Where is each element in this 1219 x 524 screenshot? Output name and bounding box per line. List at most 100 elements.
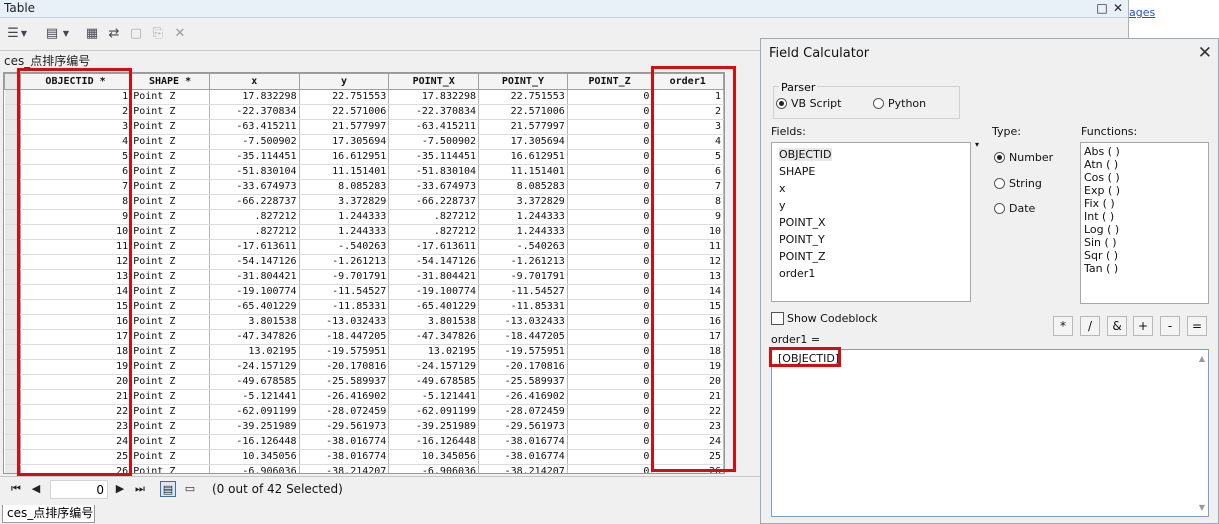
table-cell[interactable]: 13 [20,269,132,285]
table-row[interactable]: 21 Point Z -5.121441 -26.416902 -5.121441 -26… [4,389,724,405]
table-cell[interactable]: 2 [20,104,132,120]
table-cell[interactable]: Point Z [130,434,210,450]
table-cell[interactable]: 0 [567,404,653,420]
table-row[interactable]: 20 Point Z -49.678585 -25.589937 -49.678585-… [4,374,724,390]
row-selector[interactable] [4,374,21,390]
table-cell[interactable]: -7.500902 [209,134,300,150]
table-cell[interactable]: 0 [567,284,653,300]
function-item[interactable]: Log ( ) [1084,223,1119,236]
row-selector[interactable] [4,404,21,420]
table-row[interactable]: 7 Point Z -33.674973 8.085283 -33.674973 8.08… [4,179,724,195]
table-cell[interactable]: 0 [567,119,653,135]
function-item[interactable]: Atn ( ) [1084,158,1118,171]
table-cell[interactable]: Point Z [130,239,210,255]
table-cell[interactable]: -47.347826 [209,329,300,345]
table-cell[interactable]: 23 [20,419,132,435]
radio-python[interactable] [873,98,884,109]
previous-record-button[interactable]: ◀ [28,481,44,497]
table-cell[interactable]: 0 [567,209,653,225]
table-cell[interactable]: 20 [651,374,724,390]
switch-selection-icon[interactable]: ⇄ [106,25,122,43]
table-row[interactable]: 1 Point Z 17.832298 22.751553 17.832298 22.75… [4,89,724,105]
table-cell[interactable]: 12 [20,254,132,270]
multiply-button[interactable]: * [1053,316,1073,336]
table-row[interactable]: 8 Point Z -66.228737 3.372829 -66.228737 3.37… [4,194,724,210]
table-cell[interactable]: 16 [20,314,132,330]
row-selector[interactable] [4,389,21,405]
table-cell[interactable]: -5.121441 [209,389,300,405]
table-cell[interactable]: -31.804421 [209,269,300,285]
expression-text[interactable]: [OBJECTID] [776,352,841,365]
table-cell[interactable]: 16.612951 [478,149,568,165]
column-header-point-y[interactable]: POINT_Y [478,73,568,90]
table-options-icon[interactable]: ☰ [6,25,20,43]
table-cell[interactable]: 8 [20,194,132,210]
fields-list[interactable]: OBJECTID SHAPE x y POINT_X POINT_Y POINT… [771,142,971,302]
table-row[interactable]: 2 Point Z -22.370834 22.571006 -22.370834 22.… [4,104,724,120]
table-cell[interactable]: -66.228737 [209,194,300,210]
table-cell[interactable]: -9.701791 [299,269,390,285]
row-selector[interactable] [4,449,21,465]
table-cell[interactable]: 23 [651,419,724,435]
table-cell[interactable]: -25.589937 [478,374,568,390]
table-cell[interactable]: Point Z [130,314,210,330]
table-cell[interactable]: 22.751553 [478,89,568,105]
table-cell[interactable]: 0 [567,314,653,330]
table-cell[interactable]: 0 [567,419,653,435]
table-cell[interactable]: 0 [567,449,653,465]
table-cell[interactable]: Point Z [130,269,210,285]
table-cell[interactable]: Point Z [130,404,210,420]
table-cell[interactable]: 0 [567,374,653,390]
table-cell[interactable]: 21 [651,389,724,405]
row-selector[interactable] [4,224,21,240]
table-cell[interactable]: 21 [20,389,132,405]
table-cell[interactable]: 26 [20,464,132,473]
table-cell[interactable]: -22.370834 [388,104,480,120]
table-cell[interactable]: 6 [20,164,132,180]
table-cell[interactable]: 3.801538 [209,314,300,330]
table-row[interactable]: 15 Point Z -65.401229 -11.85331 -65.401229 -1… [4,299,724,315]
table-cell[interactable]: Point Z [130,254,210,270]
table-cell[interactable]: -19.100774 [388,284,480,300]
table-cell[interactable]: 17 [20,329,132,345]
divide-button[interactable]: / [1080,316,1100,336]
table-cell[interactable]: -19.575951 [478,344,568,360]
function-item[interactable]: Sin ( ) [1084,236,1117,249]
table-row[interactable]: 22 Point Z -62.091199 -28.072459 -62.091199-… [4,404,724,420]
delete-icon[interactable]: ✕ [172,25,188,43]
table-cell[interactable]: 1.244333 [478,209,568,225]
table-cell[interactable]: -11.85331 [299,299,390,315]
table-cell[interactable]: 1 [20,89,132,105]
chevron-down-icon[interactable]: ▼ [62,25,70,43]
table-cell[interactable]: 4 [20,134,132,150]
radio-vbscript[interactable] [776,98,787,109]
row-selector[interactable] [4,329,21,345]
row-selector[interactable] [4,269,21,285]
table-cell[interactable]: -38.214207 [478,464,568,473]
table-cell[interactable]: -62.091199 [388,404,480,420]
table-cell[interactable]: 18 [20,344,132,360]
table-cell[interactable]: 15 [651,299,724,315]
row-selector[interactable] [4,179,21,195]
table-cell[interactable]: -.540263 [478,239,568,255]
table-cell[interactable]: 7 [20,179,132,195]
table-cell[interactable]: 8.085283 [299,179,390,195]
table-cell[interactable]: Point Z [130,299,210,315]
show-selected-records-icon[interactable]: ▭ [182,481,198,497]
function-item[interactable]: Abs ( ) [1084,145,1120,158]
table-cell[interactable]: Point Z [130,389,210,405]
table-cell[interactable]: 14 [651,284,724,300]
row-selector[interactable] [4,344,21,360]
row-selector[interactable] [4,134,21,150]
table-cell[interactable]: -24.157129 [388,359,480,375]
table-cell[interactable]: 0 [567,389,653,405]
table-cell[interactable]: -17.613611 [388,239,480,255]
scroll-up-icon[interactable]: ▲ [1199,354,1205,363]
table-cell[interactable]: -29.561973 [478,419,568,435]
table-cell[interactable]: 11.151401 [299,164,390,180]
table-cell[interactable]: 19 [20,359,132,375]
table-cell[interactable]: 11.151401 [478,164,568,180]
table-row[interactable]: 4 Point Z -7.500902 17.305694 -7.500902 17.30… [4,134,724,150]
table-row[interactable]: 3 Point Z -63.415211 21.577997 -63.415211 21.… [4,119,724,135]
table-cell[interactable]: 8 [651,194,724,210]
